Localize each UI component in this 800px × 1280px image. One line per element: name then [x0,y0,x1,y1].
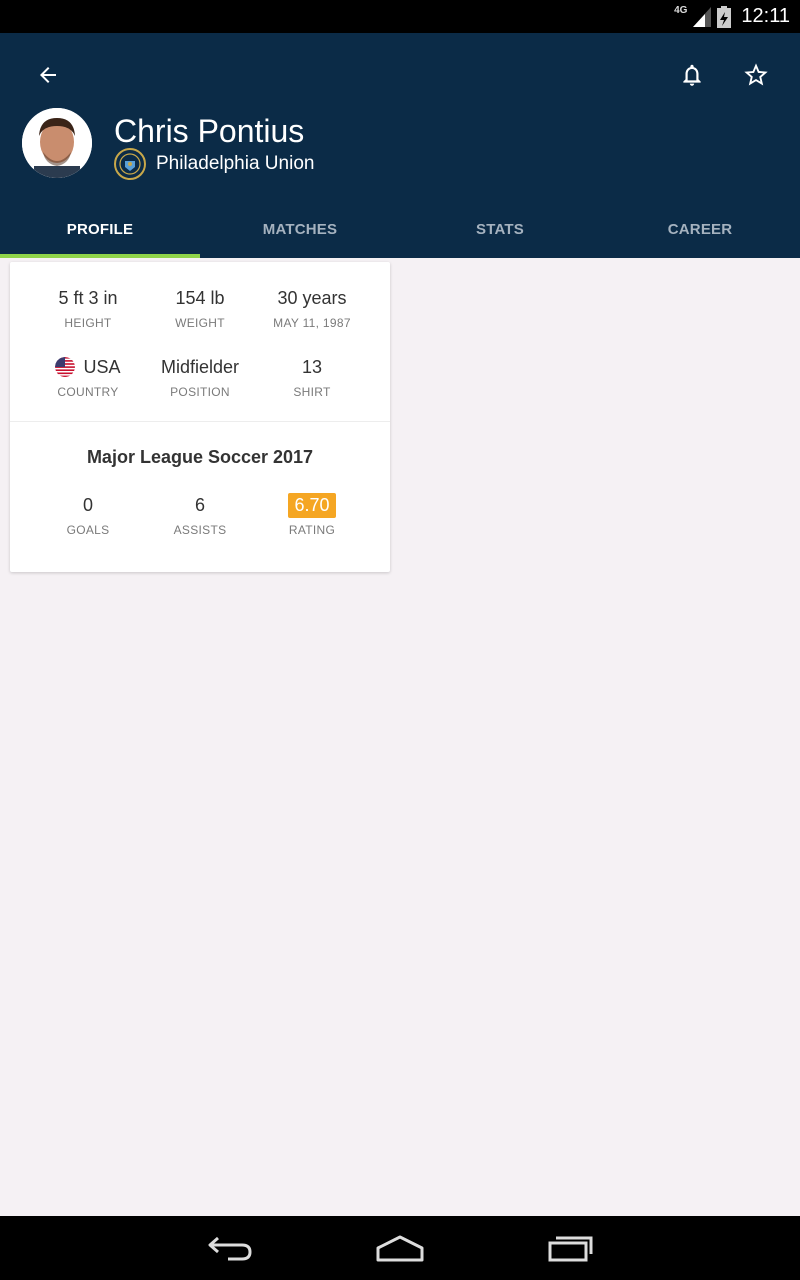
favorite-button[interactable] [732,51,780,99]
club-logo-icon [114,148,146,180]
status-bar: 4G 12:11 [0,0,800,33]
status-icons: 4G 12:11 [674,0,790,33]
physical-stats-row: 5 ft 3 in HEIGHT 154 lb WEIGHT 30 years … [10,286,390,331]
country-value-row: USA [32,355,144,379]
player-avatar [22,108,92,178]
country-stat[interactable]: USA COUNTRY [32,355,144,399]
nav-back-button[interactable] [190,1228,270,1268]
position-value: Midfielder [160,356,240,377]
country-value: USA [83,356,121,377]
season-stats-row: 0 GOALS 6 ASSISTS 6.70 RATING [10,492,390,538]
rating-badge: 6.70 [288,492,336,518]
tab-stats[interactable]: STATS [400,213,600,258]
tab-career[interactable]: CAREER [600,213,800,258]
tab-matches[interactable]: MATCHES [200,213,400,258]
tab-bar: PROFILE MATCHES STATS CAREER [0,213,800,258]
rating-label: RATING [288,523,336,537]
home-icon [376,1235,424,1262]
tab-profile[interactable]: PROFILE [0,213,200,258]
player-header: Chris Pontius Philadelphia Union PROFILE… [0,33,800,258]
info-stats-row: USA COUNTRY Midfielder POSITION 13 SHIRT [10,355,390,399]
assists-value: 6 [194,494,205,515]
goals-value: 0 [82,494,93,515]
weight-value: 154 lb [175,287,225,308]
height-label: HEIGHT [64,316,112,330]
back-icon [208,1236,252,1261]
shirt-stat: 13 SHIRT [256,355,368,400]
player-name: Chris Pontius [114,113,305,149]
rating-stat: 6.70 RATING [256,492,368,537]
goals-label: GOALS [66,523,110,537]
system-nav-bar [0,1216,800,1280]
assists-label: ASSISTS [173,523,227,537]
age-stat: 30 years MAY 11, 1987 [256,286,368,331]
nav-home-button[interactable] [360,1228,440,1268]
clock: 12:11 [741,5,790,27]
shirt-value: 13 [301,356,323,377]
weight-stat: 154 lb WEIGHT [144,286,256,331]
club-name: Philadelphia Union [156,153,315,174]
star-outline-icon [744,63,768,86]
nav-recents-button[interactable] [530,1228,610,1268]
birthdate-label: MAY 11, 1987 [273,316,351,330]
height-stat: 5 ft 3 in HEIGHT [32,286,144,331]
country-label: COUNTRY [57,385,119,399]
age-value: 30 years [277,287,347,308]
usa-flag-icon [55,357,76,377]
back-button[interactable] [24,51,72,99]
weight-label: WEIGHT [175,316,225,330]
notifications-button[interactable] [668,51,716,99]
club-link[interactable]: Philadelphia Union [114,148,314,180]
goals-stat: 0 GOALS [32,493,144,538]
profile-card: 5 ft 3 in HEIGHT 154 lb WEIGHT 30 years … [10,262,390,572]
position-label: POSITION [170,385,230,399]
divider [10,421,390,422]
height-value: 5 ft 3 in [58,287,118,308]
position-stat: Midfielder POSITION [144,355,256,400]
player-photo [22,108,92,178]
bell-icon [683,64,701,86]
arrow-left-icon [40,67,56,83]
assists-stat: 6 ASSISTS [144,493,256,538]
signal-icon [693,6,712,27]
battery-icon [717,5,732,28]
league-season-title[interactable]: Major League Soccer 2017 [10,447,390,468]
network-type: 4G [674,5,688,16]
rating-value-row: 6.70 [256,492,368,518]
shirt-label: SHIRT [293,385,331,399]
recents-icon [548,1236,593,1262]
